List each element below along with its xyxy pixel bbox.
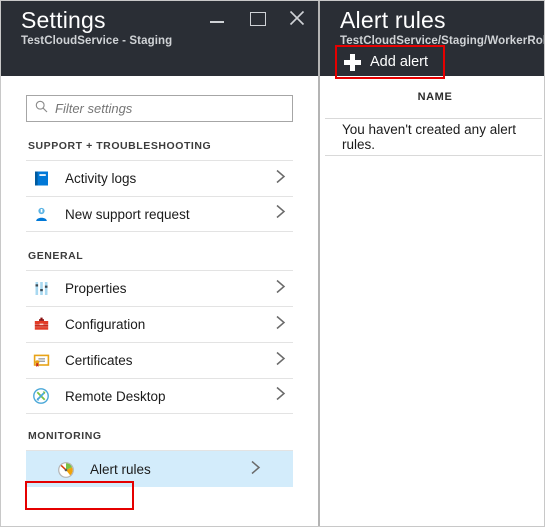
minimize-icon[interactable] [208,9,226,27]
empty-state-message: You haven't created any alert rules. [342,122,516,152]
table-header-row: NAME [320,76,544,118]
sidebar-item-certificates[interactable]: Certificates [26,342,293,378]
sidebar-item-label: Configuration [65,317,146,332]
configuration-toolbox-icon [31,315,51,335]
alert-rules-blade: Alert rules TestCloudService/Staging/Wor… [318,1,544,526]
sidebar-item-label: New support request [65,206,190,222]
group-label-general: GENERAL [28,250,84,262]
sidebar-item-configuration[interactable]: Configuration [26,306,293,342]
certificate-icon [31,351,51,371]
search-icon [35,100,48,118]
alert-rules-blade-header: Alert rules TestCloudService/Staging/Wor… [320,1,545,79]
azure-portal-window: Settings TestCloudService - Staging Filt… [0,0,545,527]
settings-subtitle: TestCloudService - Staging [21,35,173,47]
alert-rules-table: NAME You haven't created any alert rules… [320,76,544,526]
sidebar-item-properties[interactable]: Properties [26,270,293,306]
settings-blade-header: Settings TestCloudService - Staging [1,1,318,76]
sidebar-item-label: Alert rules [90,462,151,477]
settings-blade: Settings TestCloudService - Staging Filt… [1,1,318,526]
group-label-support: SUPPORT + TROUBLESHOOTING [28,140,212,152]
chevron-right-icon [273,277,289,300]
maximize-icon[interactable] [248,9,266,27]
plus-icon [344,53,361,71]
settings-list: SUPPORT + TROUBLESHOOTING Activity logs [1,122,318,526]
alert-rules-subtitle: TestCloudService/Staging/WorkerRole1 [340,35,545,47]
sidebar-item-alert-rules[interactable]: Alert rules [26,451,293,487]
sidebar-item-remote-desktop[interactable]: Remote Desktop [26,378,293,414]
activity-logs-icon [31,169,51,189]
chevron-right-icon [248,458,264,481]
sidebar-item-new-support-request[interactable]: New support request [26,196,293,232]
chevron-right-icon [273,349,289,372]
close-icon[interactable] [288,9,306,27]
settings-title: Settings [21,7,106,33]
add-alert-button[interactable]: Add alert [338,47,438,77]
chevron-right-icon [273,203,289,226]
table-empty-row: You haven't created any alert rules. [325,118,542,156]
column-header-name: NAME [417,91,453,103]
sidebar-item-label: Remote Desktop [65,388,166,404]
chevron-right-icon [273,385,289,408]
window-controls [208,9,306,27]
properties-sliders-icon [31,279,51,299]
filter-settings-container [1,76,318,122]
chevron-right-icon [273,167,289,190]
filter-settings-input[interactable] [55,101,284,116]
filter-settings-box[interactable] [26,95,293,122]
sidebar-item-alert-rules-row: Alert rules [26,450,293,487]
group-label-monitoring: MONITORING [28,430,102,442]
remote-desktop-icon [31,386,51,406]
sidebar-item-label: Properties [65,281,127,296]
sidebar-item-label: Activity logs [65,171,137,186]
sidebar-item-label: Certificates [65,353,133,368]
alert-rules-title: Alert rules [340,7,446,33]
alert-rules-gauge-icon [56,460,76,480]
support-request-icon [31,204,51,224]
chevron-right-icon [273,313,289,336]
add-alert-label: Add alert [370,54,429,70]
sidebar-item-activity-logs[interactable]: Activity logs [26,160,293,196]
